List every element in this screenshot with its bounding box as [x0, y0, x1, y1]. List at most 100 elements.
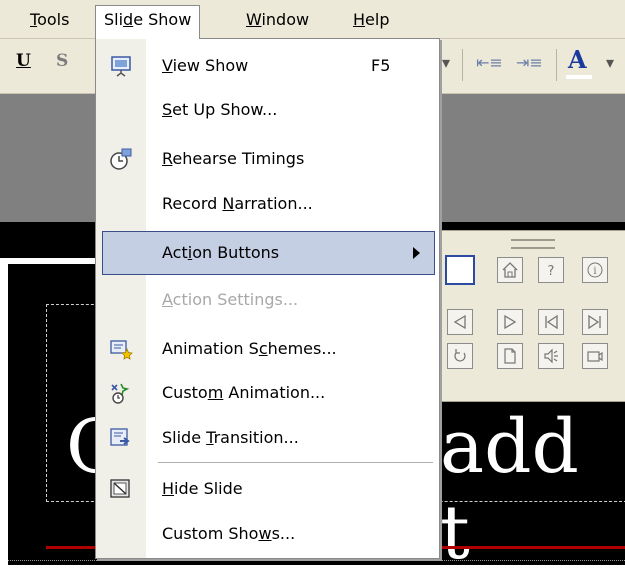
menu-separator [158, 462, 433, 463]
menu-tools-label-b: ools [37, 10, 70, 29]
mnemonic: V [162, 56, 173, 75]
mnemonic: S [162, 100, 173, 119]
action-button-home-icon[interactable] [497, 257, 523, 283]
svg-text:i: i [593, 266, 596, 277]
menu-slide-show[interactable]: Slide Show [95, 5, 201, 39]
label-b: arration... [234, 194, 313, 213]
action-buttons-palette: ? i [436, 230, 625, 402]
dropdown-arrow-icon[interactable]: ▾ [442, 53, 450, 72]
action-button-document-icon[interactable] [497, 343, 523, 369]
menu-help-mnemonic: H [353, 10, 366, 29]
menu-item-custom-shows[interactable]: Custom Shows... [96, 512, 439, 556]
menu-item-action-settings: Action Settings... [96, 278, 439, 322]
label-b: ide Slide [174, 479, 243, 498]
menu-item-view-show[interactable]: View Show F5 [96, 44, 439, 88]
slide-show-menu: View Show F5 Set Up Show... Rehearse Tim… [95, 38, 440, 559]
mnemonic: N [222, 194, 235, 213]
label-a: Slide [162, 428, 207, 447]
menu-item-slide-transition[interactable]: Slide Transition... [96, 416, 439, 460]
shadow-button[interactable]: S [56, 51, 68, 71]
action-button-information-icon[interactable]: i [582, 257, 608, 283]
slide-title-right: add t [440, 404, 579, 576]
menu-item-rehearse-timings[interactable]: Rehearse Timings [96, 137, 439, 181]
slide-transition-icon [109, 426, 133, 450]
animation-schemes-icon [109, 337, 133, 361]
menu-item-hide-slide[interactable]: Hide Slide [96, 467, 439, 511]
action-button-movie-icon[interactable] [582, 343, 608, 369]
menu-item-label: Custom Shows... [162, 512, 295, 556]
menu-window[interactable]: Window [238, 6, 317, 34]
custom-animation-icon [109, 381, 133, 405]
menu-item-label: Action Buttons [162, 232, 279, 274]
font-color-swatch [566, 75, 592, 79]
decrease-indent-icon[interactable]: ⇤≡ [476, 53, 503, 72]
svg-text:?: ? [548, 264, 555, 279]
menu-item-label: Set Up Show... [162, 88, 277, 132]
menu-tools-mnemonic: T [30, 10, 38, 29]
palette-grip-handle[interactable] [511, 239, 555, 249]
label-a: Custo [162, 383, 208, 402]
mnemonic: A [162, 290, 173, 309]
menu-help-label-b: elp [365, 10, 390, 29]
mnemonic: R [162, 149, 173, 168]
toolbar-separator-2 [556, 49, 557, 81]
mnemonic: m [207, 383, 224, 402]
menu-slide-show-label-b: e Show [133, 10, 192, 29]
menu-item-record-narration[interactable]: Record Narration... [96, 182, 439, 226]
menu-item-action-buttons[interactable]: Action Buttons [102, 231, 435, 275]
increase-indent-icon[interactable]: ⇥≡ [516, 53, 543, 72]
mnemonic: H [162, 479, 175, 498]
label-b: ction Settings... [172, 290, 299, 309]
menu-help[interactable]: Help [345, 6, 397, 34]
menu-item-label: Action Settings... [162, 278, 298, 322]
label-a: Custom Sho [162, 524, 259, 543]
label-b: ransition... [213, 428, 299, 447]
font-color-button[interactable]: A [568, 45, 587, 74]
view-show-icon [109, 54, 133, 78]
label-b: hemes... [267, 339, 337, 358]
menu-item-label: Hide Slide [162, 467, 243, 511]
menu-item-label: Record Narration... [162, 182, 313, 226]
menu-item-label: View Show [162, 44, 248, 88]
label-b: ehearse Timings [172, 149, 305, 168]
hide-slide-icon [109, 477, 133, 501]
menu-item-label: Rehearse Timings [162, 137, 304, 181]
label-a: Animation S [162, 339, 259, 358]
menu-bar: Tools Slide Show Window Help [0, 0, 625, 39]
underline-button[interactable]: U [16, 51, 31, 71]
mnemonic: w [258, 524, 272, 543]
font-color-dropdown-icon[interactable]: ▾ [606, 53, 614, 72]
menu-item-set-up-show[interactable]: Set Up Show... [96, 88, 439, 132]
action-button-forward-icon[interactable] [497, 309, 523, 335]
submenu-arrow-icon [413, 247, 420, 259]
menu-item-label: Custom Animation... [162, 371, 325, 415]
label-b: s... [271, 524, 296, 543]
label-b: et Up Show... [172, 100, 278, 119]
menu-item-animation-schemes[interactable]: Animation Schemes... [96, 327, 439, 371]
menu-slide-show-label-a: Sli [104, 10, 124, 29]
menu-item-label: Animation Schemes... [162, 327, 337, 371]
mnemonic: c [258, 339, 268, 358]
label-a: Act [162, 243, 188, 262]
menu-slide-show-mnemonic: d [123, 10, 134, 29]
label-b: on Buttons [192, 243, 280, 262]
action-button-sound-icon[interactable] [538, 343, 564, 369]
menu-item-label: Slide Transition... [162, 416, 299, 460]
menu-window-label-b: indow [261, 10, 310, 29]
label-b: iew Show [172, 56, 249, 75]
slide-dotted-border [8, 560, 625, 563]
action-button-help-icon[interactable]: ? [538, 257, 564, 283]
menu-window-mnemonic: W [246, 10, 262, 29]
shortcut-text: F5 [371, 56, 391, 75]
mnemonic: T [206, 428, 214, 447]
action-button-custom-icon[interactable] [445, 255, 475, 285]
menu-tools[interactable]: Tools [22, 6, 77, 34]
menu-item-custom-animation[interactable]: Custom Animation... [96, 371, 439, 415]
action-button-back-icon[interactable] [447, 309, 473, 335]
action-button-return-icon[interactable] [447, 343, 473, 369]
toolbar-separator [462, 49, 463, 81]
action-button-end-icon[interactable] [582, 309, 608, 335]
rehearse-timings-icon [109, 147, 133, 171]
action-button-beginning-icon[interactable] [538, 309, 564, 335]
label-b: Animation... [223, 383, 326, 402]
